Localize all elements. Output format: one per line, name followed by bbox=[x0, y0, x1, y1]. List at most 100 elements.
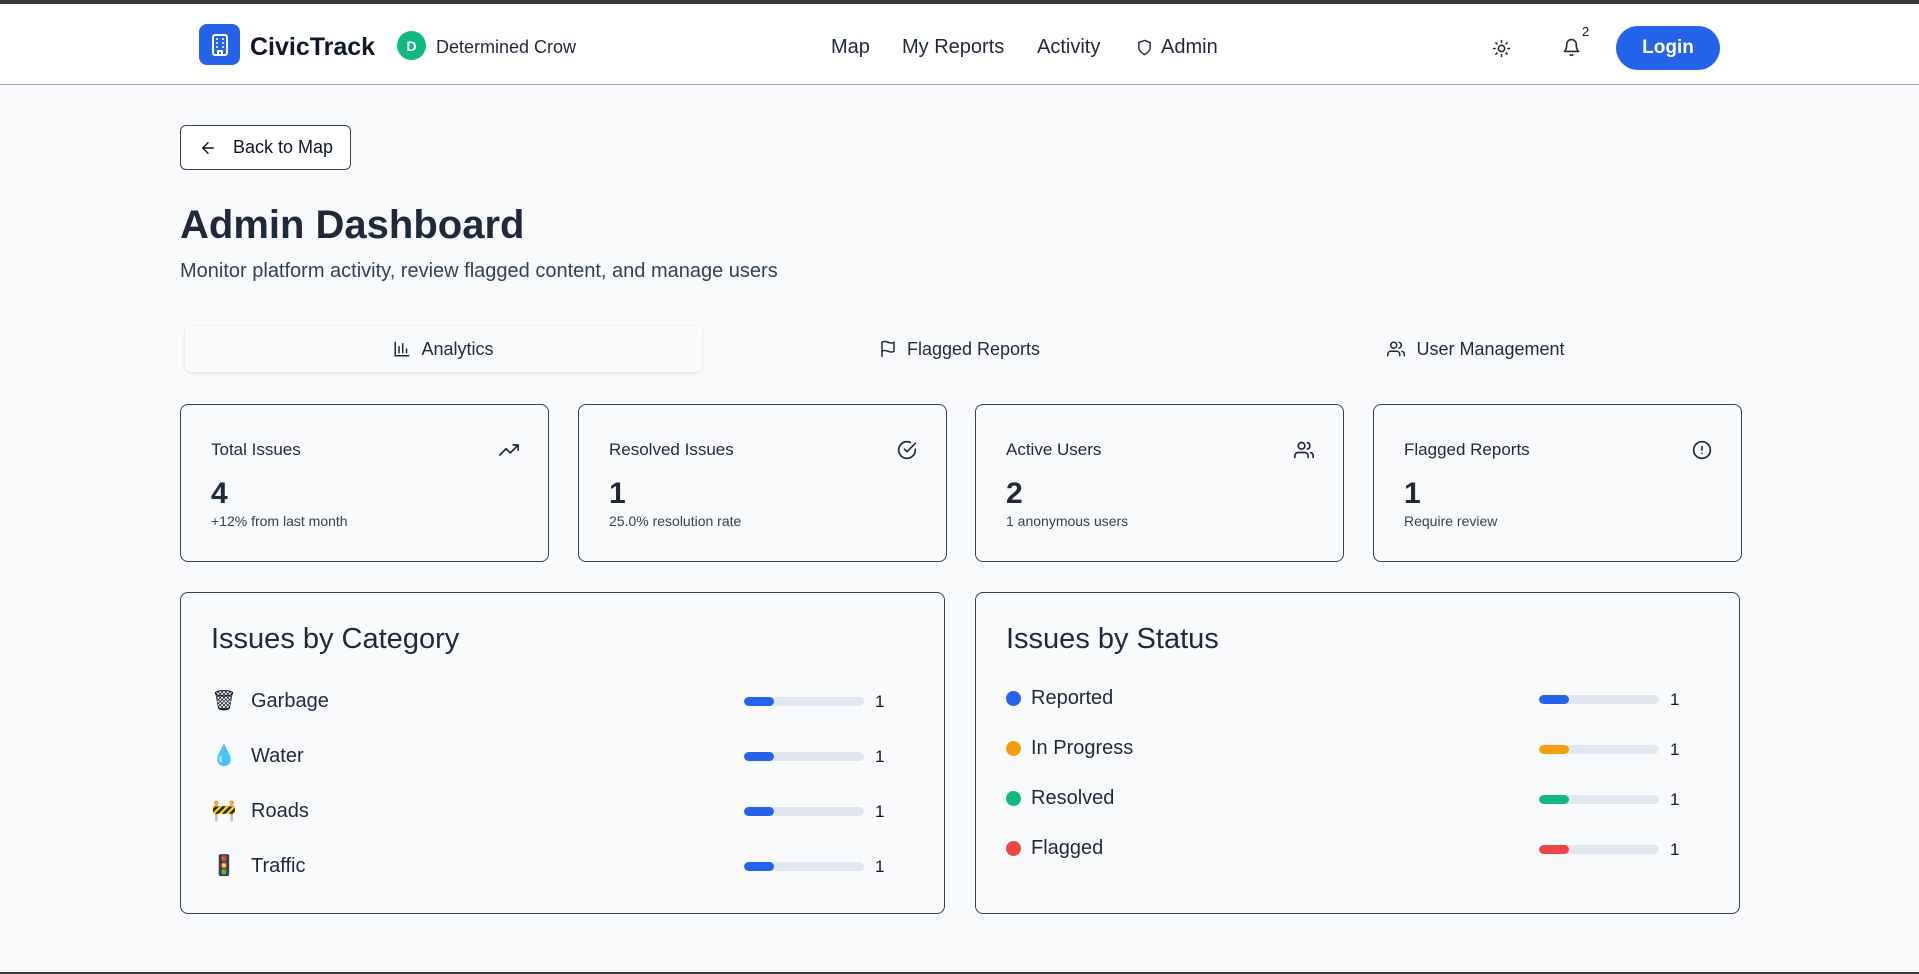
status-dot bbox=[1006, 741, 1021, 756]
stat-subtext: +12% from last month bbox=[211, 513, 348, 529]
category-bar-fill bbox=[744, 862, 774, 871]
status-dot bbox=[1006, 691, 1021, 706]
category-row-roads: 🚧 Roads 1 bbox=[211, 797, 911, 825]
category-bar bbox=[744, 697, 864, 706]
category-count: 1 bbox=[875, 857, 885, 876]
building-icon bbox=[211, 33, 228, 56]
status-row-flagged: Flagged 1 bbox=[1006, 835, 1706, 863]
status-count: 1 bbox=[1670, 840, 1680, 859]
users-icon bbox=[1293, 439, 1315, 461]
nav-map[interactable]: Map bbox=[831, 36, 870, 59]
stat-value: 1 bbox=[1404, 477, 1421, 510]
user-avatar: D bbox=[397, 31, 426, 60]
stat-subtext: Require review bbox=[1404, 513, 1498, 529]
app-logo[interactable] bbox=[199, 24, 240, 65]
category-label: Traffic bbox=[251, 855, 306, 877]
category-label: Water bbox=[251, 745, 304, 767]
nav-my-reports[interactable]: My Reports bbox=[902, 36, 1004, 59]
stat-title: Resolved Issues bbox=[609, 440, 734, 459]
stat-title: Active Users bbox=[1006, 440, 1102, 459]
status-row-reported: Reported 1 bbox=[1006, 685, 1706, 713]
users-icon bbox=[1387, 341, 1406, 357]
panel-title: Issues by Category bbox=[211, 623, 460, 655]
status-count: 1 bbox=[1670, 690, 1680, 709]
arrow-left-icon bbox=[202, 141, 214, 154]
page-title: Admin Dashboard bbox=[180, 203, 525, 247]
bar-chart-icon bbox=[394, 341, 410, 357]
status-count: 1 bbox=[1670, 740, 1680, 759]
brand-name[interactable]: CivicTrack bbox=[250, 33, 375, 62]
status-dot bbox=[1006, 841, 1021, 856]
status-bar bbox=[1539, 795, 1659, 804]
tab-flagged-reports[interactable]: Flagged Reports bbox=[701, 326, 1218, 372]
page-subtitle: Monitor platform activity, review flagge… bbox=[180, 260, 778, 282]
stat-subtext: 1 anonymous users bbox=[1006, 513, 1129, 529]
panel-title: Issues by Status bbox=[1006, 623, 1219, 655]
stat-card-flagged-reports: Flagged Reports 1 Require review bbox=[1373, 404, 1742, 562]
status-label: Reported bbox=[1031, 687, 1114, 709]
shield-icon bbox=[1138, 39, 1151, 56]
back-to-map-label: Back to Map bbox=[233, 137, 334, 157]
category-bar-fill bbox=[744, 752, 774, 761]
tab-analytics-label: Analytics bbox=[421, 338, 494, 359]
status-bar-fill bbox=[1539, 845, 1569, 854]
status-row-resolved: Resolved 1 bbox=[1006, 785, 1706, 813]
check-circle-icon bbox=[896, 439, 918, 461]
category-row-garbage: 🗑 Garbage 1 bbox=[211, 687, 911, 715]
status-label: Flagged bbox=[1031, 837, 1104, 859]
stat-card-total-issues: Total Issues 4 +12% from last month bbox=[180, 404, 549, 562]
category-count: 1 bbox=[875, 747, 885, 766]
status-bar bbox=[1539, 745, 1659, 754]
category-bar-fill bbox=[744, 697, 774, 706]
tab-analytics[interactable]: Analytics bbox=[185, 326, 702, 372]
tab-user-management-label: User Management bbox=[1416, 338, 1565, 359]
alert-circle-icon bbox=[1691, 439, 1713, 461]
stat-card-resolved-issues: Resolved Issues 1 25.0% resolution rate bbox=[578, 404, 947, 562]
trending-up-icon bbox=[498, 439, 520, 461]
nav-admin[interactable]: Admin bbox=[1136, 36, 1218, 59]
admin-tabs: Analytics Flagged Reports User Managemen… bbox=[180, 326, 1739, 372]
app-header: CivicTrack D Determined Crow Map My Repo… bbox=[0, 4, 1919, 85]
category-row-traffic: 🚦 Traffic 1 bbox=[211, 852, 911, 880]
sun-icon bbox=[1492, 39, 1510, 57]
issues-by-category-panel: Issues by Category 🗑 Garbage 1 💧 Water 1… bbox=[180, 592, 945, 914]
status-bar-fill bbox=[1539, 795, 1569, 804]
status-bar-fill bbox=[1539, 695, 1569, 704]
category-row-water: 💧 Water 1 bbox=[211, 742, 911, 770]
construction-icon: 🚧 bbox=[211, 800, 237, 822]
flag-icon bbox=[881, 340, 895, 358]
status-dot bbox=[1006, 791, 1021, 806]
category-count: 1 bbox=[875, 692, 885, 711]
notifications-button[interactable] bbox=[1559, 35, 1583, 59]
category-label: Roads bbox=[251, 800, 309, 822]
nav-admin-label: Admin bbox=[1161, 36, 1218, 58]
user-name: Determined Crow bbox=[436, 37, 577, 57]
traffic-light-icon: 🚦 bbox=[211, 855, 237, 877]
nav-activity[interactable]: Activity bbox=[1037, 36, 1100, 59]
category-label: Garbage bbox=[251, 690, 329, 712]
status-row-in-progress: In Progress 1 bbox=[1006, 735, 1706, 763]
stat-value: 2 bbox=[1006, 477, 1023, 510]
notification-count-badge: 2 bbox=[1582, 24, 1590, 39]
stat-value: 4 bbox=[211, 477, 228, 510]
category-bar bbox=[744, 807, 864, 816]
category-bar bbox=[744, 862, 864, 871]
category-count: 1 bbox=[875, 802, 885, 821]
login-button[interactable]: Login bbox=[1616, 26, 1720, 70]
category-bar-fill bbox=[744, 807, 774, 816]
back-to-map-button[interactable]: Back to Map bbox=[180, 125, 351, 170]
stat-title: Flagged Reports bbox=[1404, 440, 1530, 459]
droplet-icon: 💧 bbox=[211, 745, 237, 767]
wastebasket-icon: 🗑 bbox=[211, 690, 237, 712]
theme-toggle-button[interactable] bbox=[1489, 36, 1513, 60]
status-bar-fill bbox=[1539, 745, 1569, 754]
stat-value: 1 bbox=[609, 477, 626, 510]
tab-user-management[interactable]: User Management bbox=[1217, 326, 1734, 372]
status-bar bbox=[1539, 845, 1659, 854]
tab-flagged-reports-label: Flagged Reports bbox=[906, 338, 1041, 359]
status-bar bbox=[1539, 695, 1659, 704]
stat-title: Total Issues bbox=[211, 440, 301, 459]
stat-subtext: 25.0% resolution rate bbox=[609, 513, 742, 529]
stat-card-active-users: Active Users 2 1 anonymous users bbox=[975, 404, 1344, 562]
status-label: In Progress bbox=[1031, 737, 1134, 759]
